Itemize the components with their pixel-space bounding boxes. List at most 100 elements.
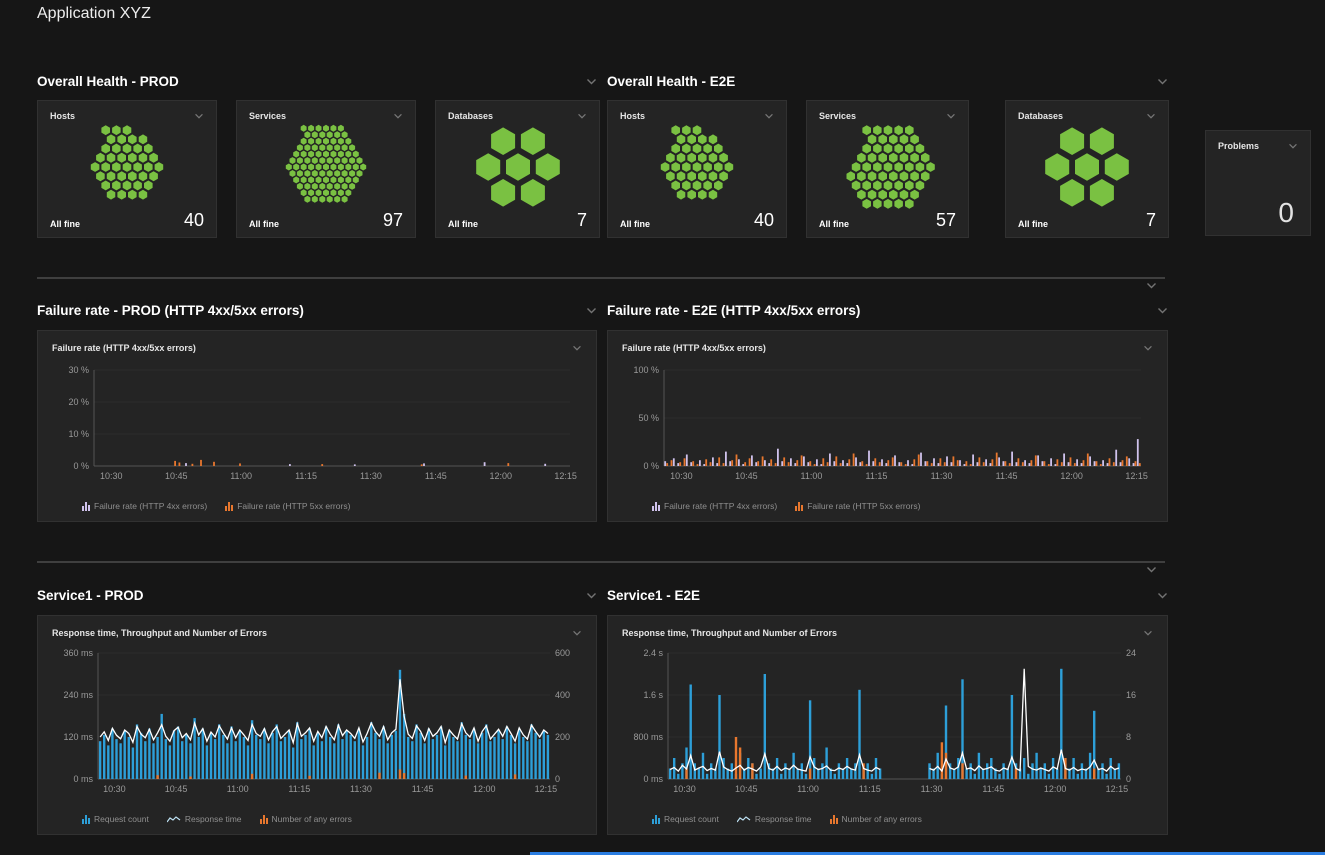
tile-databases-e2e[interactable]: Databases All fine 7 [1005,100,1169,238]
chevron-down-icon[interactable] [1143,630,1153,636]
chevron-down-icon[interactable] [1157,307,1168,314]
chevron-down-icon[interactable] [577,113,587,119]
svg-text:11:15: 11:15 [288,784,310,794]
svg-text:12:15: 12:15 [1125,471,1148,481]
svg-text:10:45: 10:45 [735,471,758,481]
legend-item-4xx[interactable]: Failure rate (HTTP 4xx errors) [652,501,777,511]
chevron-down-icon[interactable] [572,345,582,351]
svg-text:200: 200 [555,732,570,742]
legend-label: Request count [94,814,149,824]
legend-item-request-count[interactable]: Request count [82,814,149,824]
service-metrics-chart-e2e[interactable]: 0 ms0800 ms81.6 s162.4 s2410:3010:4511:0… [622,643,1155,795]
database-health-honeycomb[interactable] [448,124,588,210]
svg-text:11:00: 11:00 [230,471,252,481]
legend-item-response-time[interactable]: Response time [737,814,812,824]
status-label: All fine [448,219,478,229]
status-label: All fine [819,219,849,229]
legend-item-response-time[interactable]: Response time [167,814,242,824]
chevron-down-icon[interactable] [586,592,597,599]
bar-series-icon [82,502,90,511]
svg-text:11:15: 11:15 [859,784,881,794]
chevron-down-icon[interactable] [1146,113,1156,119]
chevron-down-icon[interactable] [586,78,597,85]
svg-text:12:00: 12:00 [473,784,496,794]
svg-text:10:30: 10:30 [670,471,693,481]
service-health-honeycomb[interactable] [256,124,396,210]
svg-text:600: 600 [555,648,570,658]
chevron-down-icon[interactable] [1146,282,1157,289]
svg-text:11:15: 11:15 [295,471,317,481]
svg-text:0 ms: 0 ms [643,774,663,784]
legend-item-5xx[interactable]: Failure rate (HTTP 5xx errors) [225,501,350,511]
legend-item-request-count[interactable]: Request count [652,814,719,824]
line-series-icon [167,815,181,824]
tile-databases-prod[interactable]: Databases All fine 7 [435,100,600,238]
status-label: All fine [620,219,650,229]
svg-text:0: 0 [1126,774,1131,784]
chevron-down-icon[interactable] [1288,143,1298,149]
svg-text:50 %: 50 % [638,413,659,423]
svg-text:0: 0 [555,774,560,784]
svg-text:360 ms: 360 ms [63,648,93,658]
svg-text:2.4 s: 2.4 s [643,648,663,658]
legend-label: Number of any errors [842,814,922,824]
svg-text:800 ms: 800 ms [633,732,663,742]
chart-title: Response time, Throughput and Number of … [622,628,837,638]
svg-text:11:30: 11:30 [921,784,943,794]
tile-hosts-e2e[interactable]: Hosts All fine 40 [607,100,787,238]
chevron-down-icon[interactable] [764,113,774,119]
svg-text:0 %: 0 % [643,461,659,471]
service-health-honeycomb[interactable] [818,124,958,210]
chart-tile-failure-e2e[interactable]: Failure rate (HTTP 4xx/5xx errors) 0 %50… [607,330,1168,522]
svg-text:11:45: 11:45 [982,784,1004,794]
legend-item-4xx[interactable]: Failure rate (HTTP 4xx errors) [82,501,207,511]
legend-item-5xx[interactable]: Failure rate (HTTP 5xx errors) [795,501,920,511]
chevron-down-icon[interactable] [586,307,597,314]
host-health-honeycomb[interactable] [57,124,197,210]
section-header-service1-e2e: Service1 - E2E [607,585,1168,605]
section-title: Service1 - E2E [607,588,700,603]
svg-text:11:45: 11:45 [996,471,1018,481]
problems-count: 0 [1218,199,1298,227]
svg-text:11:00: 11:00 [227,784,249,794]
svg-text:12:00: 12:00 [489,471,512,481]
chevron-down-icon[interactable] [1157,78,1168,85]
failure-rate-chart-prod[interactable]: 0 %10 %20 %30 %10:3010:4511:0011:1511:30… [52,358,584,482]
tile-services-prod[interactable]: Services All fine 97 [236,100,416,238]
failure-rate-chart-e2e[interactable]: 0 %50 %100 %10:3010:4511:0011:1511:3011:… [622,358,1155,482]
bar-series-icon [225,502,233,511]
section-title: Overall Health - PROD [37,74,179,89]
host-health-honeycomb[interactable] [627,124,767,210]
chevron-down-icon[interactable] [194,113,204,119]
svg-text:10:30: 10:30 [673,784,696,794]
chevron-down-icon[interactable] [1143,345,1153,351]
dashboard: Application XYZ Overall Health - PROD Ov… [0,0,1325,855]
database-health-honeycomb[interactable] [1017,124,1157,210]
chart-tile-failure-prod[interactable]: Failure rate (HTTP 4xx/5xx errors) 0 %10… [37,330,597,522]
tile-services-e2e[interactable]: Services All fine 57 [806,100,969,238]
tile-hosts-prod[interactable]: Hosts All fine 40 [37,100,217,238]
svg-text:11:30: 11:30 [931,471,953,481]
legend-item-errors[interactable]: Number of any errors [260,814,352,824]
chevron-down-icon[interactable] [1157,592,1168,599]
chart-legend: Request count Response time Number of an… [622,814,1153,824]
svg-text:11:30: 11:30 [360,471,382,481]
svg-text:10:30: 10:30 [103,784,126,794]
chevron-down-icon[interactable] [1146,566,1157,573]
tile-title: Databases [1018,111,1063,121]
chart-title: Response time, Throughput and Number of … [52,628,267,638]
legend-item-errors[interactable]: Number of any errors [830,814,922,824]
section-header-overall-health-prod: Overall Health - PROD [37,71,597,91]
chart-tile-service-e2e[interactable]: Response time, Throughput and Number of … [607,615,1168,835]
chart-tile-service-prod[interactable]: Response time, Throughput and Number of … [37,615,597,835]
chevron-down-icon[interactable] [572,630,582,636]
service-metrics-chart-prod[interactable]: 0 ms0120 ms200240 ms400360 ms60010:3010:… [52,643,584,795]
tile-problems[interactable]: Problems 0 [1205,130,1311,236]
chevron-down-icon[interactable] [946,113,956,119]
status-label: All fine [249,219,279,229]
svg-text:11:45: 11:45 [425,471,447,481]
bar-series-icon [82,815,90,824]
section-title: Overall Health - E2E [607,74,735,89]
chevron-down-icon[interactable] [393,113,403,119]
entity-count: 40 [754,211,774,229]
